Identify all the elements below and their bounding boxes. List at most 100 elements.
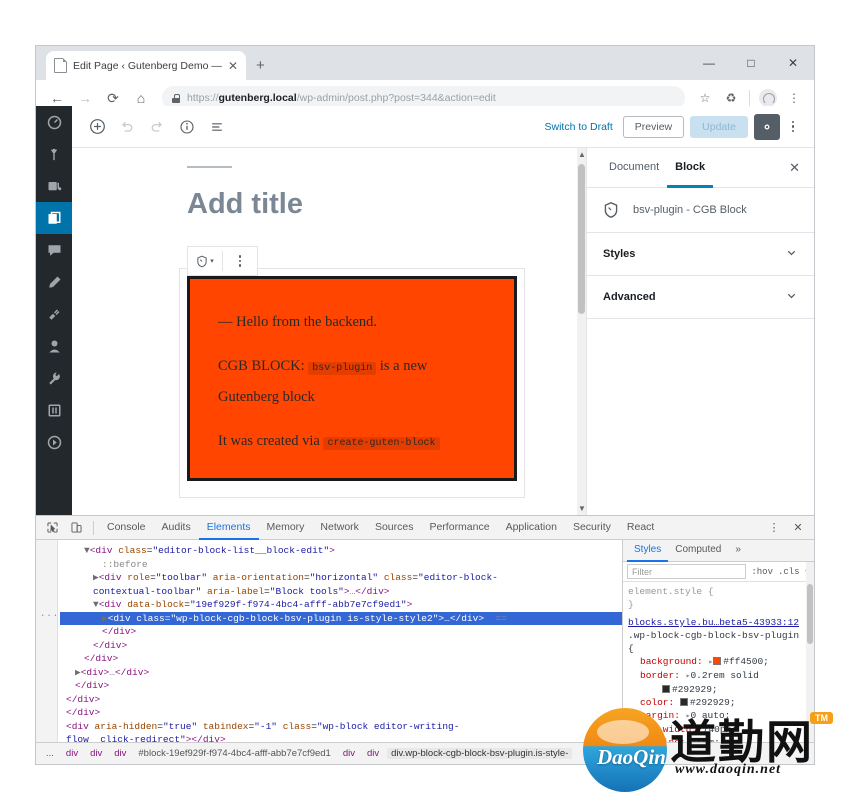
- computed-tab[interactable]: Computed: [668, 540, 728, 562]
- tab-block[interactable]: Block: [667, 148, 714, 188]
- styles-filter-input[interactable]: Filter: [627, 564, 747, 579]
- css-declaration-border[interactable]: border: ▸0.2rem solid: [640, 669, 809, 683]
- devtools-tab-sources[interactable]: Sources: [367, 516, 422, 540]
- scroll-down-icon[interactable]: ▼: [578, 504, 586, 513]
- dom-tree[interactable]: ... ▼<div class="editor-block-list__bloc…: [36, 540, 622, 742]
- devtools-close-icon[interactable]: ✕: [786, 517, 810, 539]
- gear-icon[interactable]: [754, 113, 780, 140]
- wp-menu-posts[interactable]: [36, 138, 72, 170]
- dom-line[interactable]: </div>: [60, 625, 622, 639]
- browser-tab[interactable]: Edit Page ‹ Gutenberg Demo — \ ✕: [46, 51, 246, 80]
- info-icon[interactable]: [172, 112, 202, 142]
- breadcrumb-item[interactable]: div: [110, 748, 130, 759]
- devtools-tab-react[interactable]: React: [619, 516, 662, 540]
- dom-line[interactable]: ▼<div data-block="19ef929f-f974-4bc4-aff…: [60, 598, 622, 612]
- devtools-tab-elements[interactable]: Elements: [198, 516, 259, 540]
- wp-menu-dashboard[interactable]: [36, 106, 72, 138]
- css-declaration-margin[interactable]: margin: ▸0 auto;: [640, 709, 809, 723]
- switch-to-draft-button[interactable]: Switch to Draft: [535, 121, 623, 133]
- wp-menu-appearance[interactable]: [36, 266, 72, 298]
- devtools-tab-console[interactable]: Console: [99, 516, 154, 540]
- preview-button[interactable]: Preview: [622, 115, 685, 138]
- dom-line[interactable]: </div>: [60, 679, 622, 693]
- cls-button[interactable]: .cls: [778, 567, 800, 577]
- breadcrumb-item[interactable]: div: [339, 748, 359, 759]
- wp-menu-settings[interactable]: [36, 394, 72, 426]
- cgb-block[interactable]: — Hello from the backend. CGB BLOCK: bsv…: [187, 276, 517, 481]
- wp-menu-tools[interactable]: [36, 362, 72, 394]
- breadcrumb-item-current[interactable]: div.wp-block-cgb-block-bsv-plugin.is-sty…: [387, 748, 573, 759]
- panel-advanced[interactable]: Advanced: [587, 276, 814, 319]
- wp-menu-comments[interactable]: [36, 234, 72, 266]
- devtools-more-icon[interactable]: ⋮: [762, 517, 786, 539]
- styles-rules[interactable]: element.style { } blocks.style.bu…beta5-…: [623, 582, 814, 742]
- window-close-icon[interactable]: ✕: [772, 46, 814, 80]
- dom-line[interactable]: <div aria-hidden="true" tabindex="-1" cl…: [60, 720, 622, 734]
- dom-line[interactable]: flow__click-redirect"></div>: [60, 733, 622, 742]
- redo-icon[interactable]: [142, 112, 172, 142]
- chevron-down-icon[interactable]: ▾: [210, 257, 214, 265]
- wp-menu-pages[interactable]: [36, 202, 80, 234]
- wp-menu-plugins[interactable]: [36, 298, 72, 330]
- breadcrumb-item[interactable]: div: [62, 748, 82, 759]
- devtools-tab-memory[interactable]: Memory: [259, 516, 313, 540]
- dom-line[interactable]: ::before: [60, 558, 622, 572]
- wp-menu-collapse[interactable]: [36, 426, 72, 458]
- devtools-tab-network[interactable]: Network: [312, 516, 367, 540]
- update-button[interactable]: Update: [690, 115, 748, 138]
- css-declaration-color[interactable]: color: #292929;: [640, 696, 809, 709]
- devtools-tab-application[interactable]: Application: [498, 516, 565, 540]
- css-declaration-max-width[interactable]: max-width: 740px;: [640, 723, 809, 736]
- hov-button[interactable]: :hov: [751, 567, 773, 577]
- dom-line[interactable]: ▼<div class="editor-block-list__block-ed…: [60, 544, 622, 558]
- inspect-icon[interactable]: [40, 517, 64, 539]
- lock-icon: [172, 93, 180, 103]
- dom-line-selected[interactable]: ▶<div class="wp-block-cgb-block-bsv-plug…: [60, 611, 622, 625]
- undo-icon[interactable]: [112, 112, 142, 142]
- block-more-options-icon[interactable]: [223, 247, 257, 275]
- wp-menu-users[interactable]: [36, 330, 72, 362]
- post-title-input[interactable]: Add title: [187, 188, 517, 221]
- breadcrumb-item[interactable]: div: [86, 748, 106, 759]
- style-source-link[interactable]: blocks.style.bu…beta5-43933:12: [628, 616, 809, 629]
- editor-canvas[interactable]: Add title ▾ — Hello from the backend. CG…: [72, 148, 586, 515]
- device-toolbar-icon[interactable]: [64, 517, 88, 539]
- close-icon[interactable]: ✕: [783, 148, 800, 187]
- block-type-shield-icon[interactable]: ▾: [188, 247, 222, 275]
- dom-line[interactable]: </div>: [60, 693, 622, 707]
- css-declaration-background[interactable]: background: ▸ #ff4500;: [640, 655, 809, 669]
- browser-tab-strip: Edit Page ‹ Gutenberg Demo — \ ✕ + — □ ✕: [36, 46, 814, 80]
- dom-line[interactable]: ▶<div role="toolbar" aria-orientation="h…: [60, 571, 622, 585]
- dom-line[interactable]: ▶<div>…</div>: [60, 666, 622, 680]
- panel-styles[interactable]: Styles: [587, 233, 814, 276]
- devtools-tab-audits[interactable]: Audits: [154, 516, 199, 540]
- breadcrumb-item[interactable]: div: [363, 748, 383, 759]
- breadcrumb-item[interactable]: #block-19ef929f-f974-4bc4-afff-abb7e7cf9…: [134, 748, 334, 759]
- editor-scrollbar[interactable]: ▲ ▼: [577, 148, 586, 515]
- dom-line[interactable]: </div>: [60, 639, 622, 653]
- chevron-down-icon: [785, 246, 798, 262]
- new-tab-button[interactable]: +: [256, 58, 265, 73]
- outline-icon[interactable]: [202, 112, 232, 142]
- maximize-icon[interactable]: □: [730, 46, 772, 80]
- styles-overflow-icon[interactable]: »: [728, 540, 748, 562]
- minimize-icon[interactable]: —: [688, 46, 730, 80]
- devtools-tab-performance[interactable]: Performance: [421, 516, 497, 540]
- dom-line[interactable]: contextual-toolbar" aria-label="Block to…: [60, 585, 622, 599]
- scrollbar-thumb[interactable]: [578, 164, 585, 314]
- styles-scrollbar[interactable]: [806, 562, 814, 742]
- css-selector[interactable]: .wp-block-cgb-block-bsv-plugin: [628, 629, 809, 642]
- devtools-tab-security[interactable]: Security: [565, 516, 619, 540]
- editor-more-menu-icon[interactable]: [782, 120, 804, 133]
- wp-menu-media[interactable]: [36, 170, 72, 202]
- breadcrumb-item[interactable]: ...: [42, 748, 58, 759]
- close-icon[interactable]: ✕: [228, 60, 238, 72]
- scroll-up-icon[interactable]: ▲: [578, 150, 586, 159]
- tab-document[interactable]: Document: [601, 148, 667, 188]
- styles-tab[interactable]: Styles: [627, 540, 669, 562]
- dom-line[interactable]: </div>: [60, 652, 622, 666]
- block-inspector-sidebar: Document Block ✕ bsv-plugin - CGB Block …: [586, 148, 814, 515]
- add-block-icon[interactable]: [82, 112, 112, 142]
- dom-line[interactable]: </div>: [60, 706, 622, 720]
- styles-scrollbar-thumb[interactable]: [807, 584, 813, 644]
